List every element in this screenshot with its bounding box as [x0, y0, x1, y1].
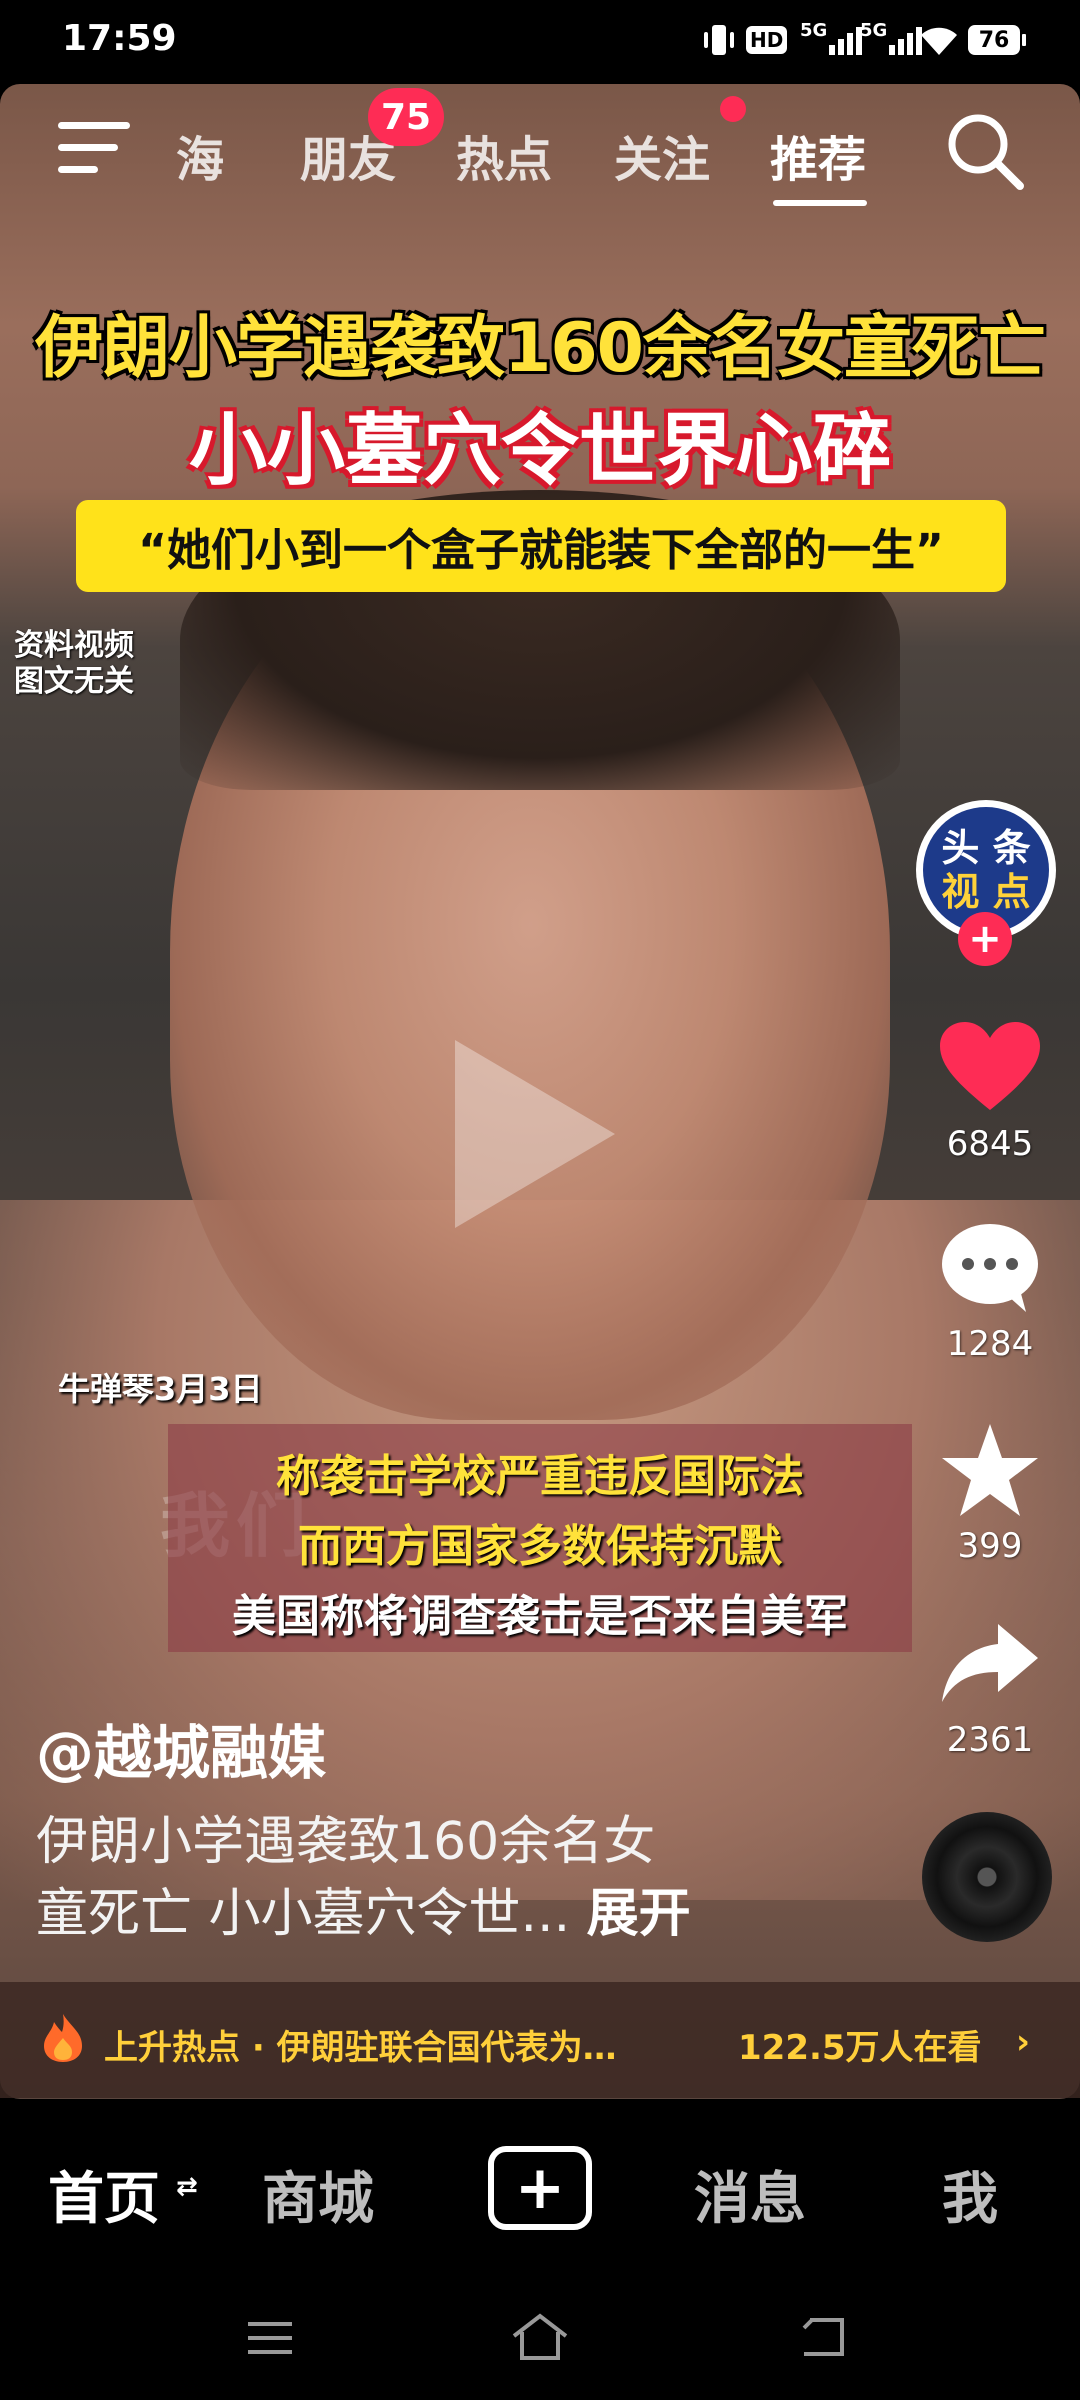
hd-icon: HD	[746, 20, 788, 60]
favorite-count: 399	[957, 1526, 1023, 1566]
share-icon[interactable]	[940, 1622, 1040, 1710]
play-icon[interactable]	[455, 1040, 615, 1228]
like-icon[interactable]	[938, 1020, 1042, 1118]
menu-icon[interactable]	[56, 118, 132, 182]
wifi-icon	[918, 20, 960, 60]
friends-badge: 75	[368, 88, 444, 146]
video-quote-banner: “她们小到一个盒子就能装下全部的一生”	[76, 500, 1006, 592]
battery-icon: 76	[968, 20, 1026, 60]
chevron-right-icon[interactable]: ›	[1016, 2022, 1030, 2062]
tab-hot[interactable]: 热点	[456, 120, 552, 190]
nav-home[interactable]: 首页	[48, 2154, 160, 2235]
fire-icon	[40, 2012, 86, 2068]
subtitle-line-3: 美国称将调查袭击是否来自美军	[232, 1591, 848, 1642]
author-name[interactable]: @越城融媒	[36, 1706, 326, 1790]
nav-mall[interactable]: 商城	[262, 2154, 374, 2235]
tab-follow[interactable]: 关注	[614, 120, 710, 190]
post-description[interactable]: 伊朗小学遇袭致160余名女 童死亡 小小墓穴令世... 展开	[36, 1806, 836, 1950]
expand-link[interactable]: 展开	[587, 1884, 691, 1944]
search-icon[interactable]	[944, 110, 1028, 198]
hot-topic-text[interactable]: 上升热点 · 伊朗驻联合国代表为…	[104, 2020, 617, 2069]
comment-icon[interactable]	[940, 1222, 1040, 1318]
active-tab-indicator	[773, 200, 867, 206]
video-date-tag: 牛弹琴3月3日	[58, 1370, 263, 1408]
status-time: 17:59	[62, 18, 177, 59]
nav-messages[interactable]: 消息	[694, 2154, 806, 2235]
favorite-star-icon[interactable]	[940, 1422, 1040, 1522]
back-icon[interactable]	[800, 2314, 850, 2364]
home-icon[interactable]	[510, 2312, 570, 2366]
video-watermark: 资料视频 图文无关	[14, 628, 134, 699]
follow-dot-badge	[720, 96, 746, 122]
nav-me[interactable]: 我	[942, 2154, 998, 2235]
share-count: 2361	[946, 1720, 1034, 1760]
comment-count: 1284	[946, 1324, 1034, 1364]
recent-apps-icon[interactable]	[246, 2318, 294, 2362]
video-headline: 伊朗小学遇袭致160余名女童死亡	[35, 309, 1046, 388]
subtitle-line-2: 而西方国家多数保持沉默	[298, 1521, 782, 1572]
switch-arrows-icon[interactable]: ⇄	[176, 2172, 198, 2202]
follow-plus-button[interactable]: +	[958, 912, 1012, 966]
vibrate-icon	[700, 20, 738, 60]
music-disc-icon[interactable]	[922, 1812, 1052, 1942]
like-count: 6845	[946, 1124, 1034, 1164]
video-subheadline: 小小墓穴令世界心碎	[188, 406, 891, 496]
subtitle-line-1: 称袭击学校严重违反国际法	[276, 1451, 804, 1502]
hot-topic-viewers: 122.5万人在看	[738, 2028, 982, 2068]
tab-recommend[interactable]: 推荐	[770, 120, 866, 190]
create-plus-button[interactable]: +	[488, 2146, 592, 2230]
signal-5g-icon: 5G	[800, 20, 867, 60]
tab-shanghai[interactable]: 海	[176, 120, 224, 190]
